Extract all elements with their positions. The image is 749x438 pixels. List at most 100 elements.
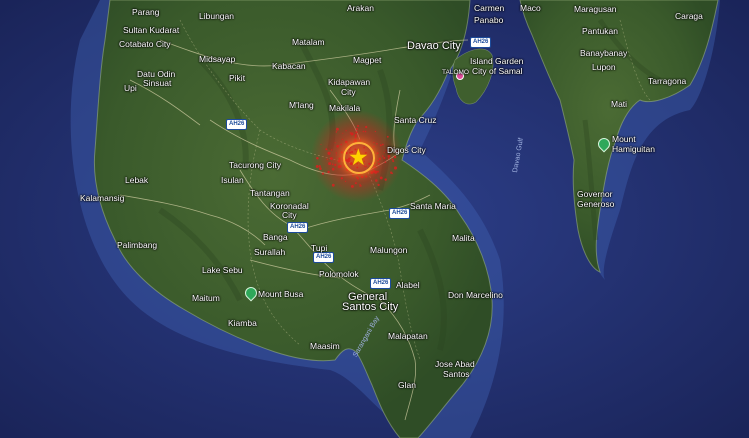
aftershock-dot — [359, 183, 361, 186]
aftershock-dot — [388, 155, 391, 158]
place-label[interactable]: Kidapawan — [328, 78, 370, 87]
place-label[interactable]: Arakan — [347, 4, 374, 13]
place-label[interactable]: Hamiguitan — [612, 145, 655, 154]
place-label[interactable]: Tupi — [311, 244, 327, 253]
aftershock-dot — [370, 170, 374, 175]
place-label[interactable]: Santos City — [342, 302, 398, 313]
place-label[interactable]: Pantukan — [582, 27, 618, 36]
place-label[interactable]: Banga — [263, 233, 288, 242]
place-label[interactable]: Magpet — [353, 56, 381, 65]
place-label[interactable]: Pikit — [229, 74, 245, 83]
aftershock-dot — [372, 168, 374, 170]
place-label[interactable]: Midsayap — [199, 55, 235, 64]
aftershock-dot — [356, 127, 359, 131]
place-label[interactable]: City — [341, 88, 356, 97]
place-label[interactable]: Digos City — [387, 146, 426, 155]
place-label[interactable]: Banaybanay — [580, 49, 627, 58]
place-label[interactable]: Kabacan — [272, 62, 306, 71]
place-label[interactable]: Isulan — [221, 176, 244, 185]
aftershock-dot — [375, 167, 377, 169]
aftershock-dot — [335, 127, 339, 131]
aftershock-dot — [364, 130, 367, 133]
satellite-map[interactable]: ★ AH26 AH26 AH26 AH26 AH26 AH26 Parang L… — [0, 0, 749, 438]
place-label[interactable]: TALOMO — [442, 69, 469, 77]
aftershock-dot — [326, 158, 329, 161]
aftershock-dot — [350, 184, 354, 188]
place-label[interactable]: Lupon — [592, 63, 616, 72]
aftershock-dot — [355, 131, 358, 134]
place-label[interactable]: Malapatan — [388, 332, 428, 341]
place-label[interactable]: Maasim — [310, 342, 340, 351]
aftershock-dot — [321, 172, 325, 175]
highway-shield: AH26 — [470, 37, 492, 48]
place-label[interactable]: Polomolok — [319, 270, 359, 279]
place-label[interactable]: Makilala — [329, 104, 360, 113]
place-label[interactable]: Sinsuat — [143, 79, 171, 88]
aftershock-dot — [345, 130, 347, 132]
aftershock-dot — [379, 176, 383, 180]
aftershock-dot — [334, 163, 337, 166]
place-label[interactable]: Sultan Kudarat — [123, 26, 179, 35]
aftershock-dot — [378, 157, 381, 160]
place-label[interactable]: Mount Busa — [258, 290, 303, 299]
place-label[interactable]: Island Garden — [470, 57, 523, 66]
aftershock-dot — [384, 161, 387, 164]
place-label[interactable]: Surallah — [254, 248, 285, 257]
aftershock-dot — [315, 165, 319, 168]
aftershock-dot — [335, 131, 338, 133]
star-icon: ★ — [348, 144, 369, 170]
place-label[interactable]: Governor — [577, 190, 612, 199]
place-label[interactable]: Palimbang — [117, 241, 157, 250]
place-label[interactable]: Lebak — [125, 176, 148, 185]
place-label[interactable]: Carmen — [474, 4, 504, 13]
aftershock-dot — [319, 164, 321, 167]
aftershock-dot — [340, 143, 343, 146]
place-label[interactable]: Jose Abad — [435, 360, 475, 369]
place-label[interactable]: Santos — [443, 370, 469, 379]
place-label[interactable]: Davao City — [407, 41, 461, 52]
aftershock-dot — [342, 132, 344, 134]
aftershock-dot — [331, 183, 335, 187]
place-label[interactable]: Mount — [612, 135, 636, 144]
place-label[interactable]: Santa Cruz — [394, 116, 437, 125]
place-label[interactable]: Alabel — [396, 281, 420, 290]
place-label[interactable]: Maragusan — [574, 5, 617, 14]
epicenter-marker[interactable]: ★ — [343, 142, 375, 174]
aftershock-dot — [338, 157, 341, 160]
place-label[interactable]: Matalam — [292, 38, 325, 47]
place-label[interactable]: Libungan — [199, 12, 234, 21]
place-label[interactable]: Glan — [398, 381, 416, 390]
terrain-layer — [0, 0, 749, 438]
place-label[interactable]: Tantangan — [250, 189, 290, 198]
aftershock-dot — [387, 157, 390, 160]
place-label[interactable]: Kiamba — [228, 319, 257, 328]
aftershock-dot — [376, 152, 379, 155]
place-label[interactable]: M'lang — [289, 101, 314, 110]
aftershock-dot — [340, 177, 344, 180]
highway-shield: AH26 — [287, 222, 309, 233]
place-label[interactable]: Tarragona — [648, 77, 686, 86]
place-label[interactable]: City of Samal — [472, 67, 523, 76]
place-label[interactable]: Generoso — [577, 200, 614, 209]
place-label[interactable]: City — [282, 211, 297, 220]
place-label[interactable]: Maco — [520, 4, 541, 13]
place-label[interactable]: Maitum — [192, 294, 220, 303]
place-label[interactable]: Parang — [132, 8, 159, 17]
place-label[interactable]: Panabo — [474, 16, 503, 25]
place-label[interactable]: Mati — [611, 100, 627, 109]
place-label[interactable]: Upi — [124, 84, 137, 93]
place-label[interactable]: Malita — [452, 234, 475, 243]
place-label[interactable]: Tacurong City — [229, 161, 281, 170]
place-label[interactable]: Cotabato City — [119, 40, 171, 49]
place-label[interactable]: Santa Maria — [410, 202, 456, 211]
aftershock-dot — [379, 144, 382, 147]
aftershock-dot — [327, 151, 331, 155]
place-label[interactable]: Malungon — [370, 246, 407, 255]
highway-shield: AH26 — [389, 208, 411, 219]
aftershock-dot — [377, 183, 380, 187]
aftershock-dot — [376, 143, 378, 145]
place-label[interactable]: Don Marcelino — [448, 291, 503, 300]
place-label[interactable]: Caraga — [675, 12, 703, 21]
place-label[interactable]: Lake Sebu — [202, 266, 243, 275]
place-label[interactable]: Kalamansig — [80, 194, 124, 203]
